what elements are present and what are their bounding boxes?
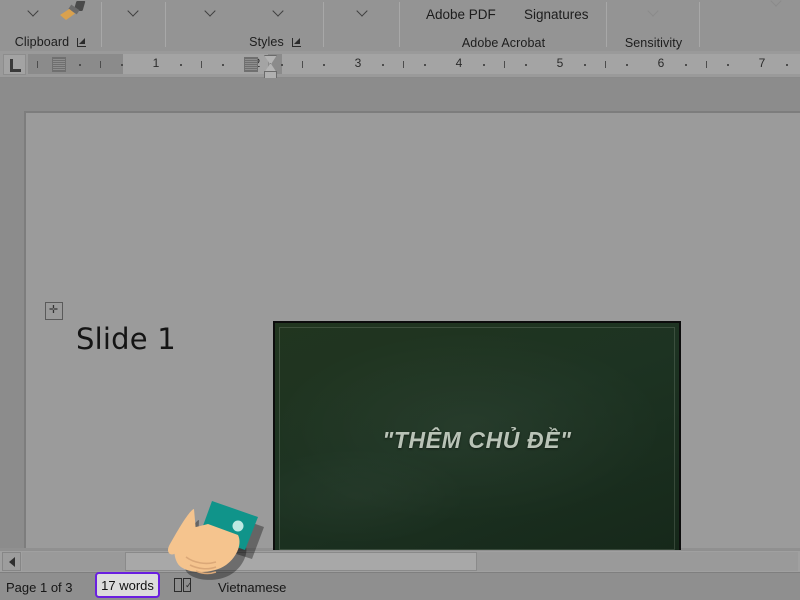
language-indicator[interactable]: Vietnamese [218,573,286,600]
chevron-down-icon[interactable] [27,6,40,15]
signatures-button[interactable]: Signatures [524,7,589,22]
slide-label[interactable]: Slide 1 [76,322,176,356]
ribbon-group-clipboard: Clipboard [0,0,102,51]
chalkboard-caption: "THÊM CHỦ ĐỀ" [382,427,572,453]
ruler-number: 5 [556,56,564,70]
ribbon-group-label: Clipboard [14,35,70,49]
word-count-button[interactable]: 17 words [95,572,160,598]
chevron-down-icon[interactable] [127,6,140,15]
ribbon-group-editing [324,0,400,51]
move-handle-icon[interactable]: ✛ [45,302,63,320]
format-painter-icon[interactable] [60,0,86,24]
chevron-down-icon[interactable] [356,6,369,15]
scroll-left-arrow-icon[interactable] [2,552,21,571]
chalkboard-image[interactable]: "THÊM CHỦ ĐỀ" [273,321,681,556]
page-indicator[interactable]: Page 1 of 3 [6,573,73,600]
ruler-left-margin [28,54,123,74]
dialog-box-launcher-icon[interactable] [76,37,87,48]
ruler-track[interactable]: 1 2 3 4 5 6 7 [28,54,800,80]
chevron-down-icon[interactable] [647,6,660,15]
tab-stop-marker[interactable] [52,57,66,72]
ribbon-group-styles: Styles [227,0,324,51]
ribbon-group-paragraph [166,0,227,51]
ribbon-group-label: Adobe Acrobat [461,36,546,50]
horizontal-ruler[interactable]: 1 2 3 4 5 6 7 [0,51,800,80]
left-tab-icon [10,59,21,72]
ribbon-group-label: Styles [249,35,284,49]
proofing-errors-icon[interactable]: ✓ [174,578,193,594]
ribbon-group-sensitivity: Sensitivity [607,0,700,51]
chevron-down-icon[interactable] [770,0,783,5]
chevron-down-icon[interactable] [272,6,285,15]
ribbon-group-overflow [700,0,800,51]
ruler-number: 6 [657,56,665,70]
ruler-number: 3 [354,56,362,70]
tab-stop-marker[interactable] [244,57,258,72]
ruler-number: 7 [758,56,766,70]
scrollbar-thumb[interactable] [125,552,477,571]
ribbon-group-label: Sensitivity [624,36,683,50]
chevron-down-icon[interactable] [204,6,217,15]
ribbon-group-adobe-acrobat: Adobe PDF Signatures Adobe Acrobat [400,0,607,51]
ruler-number: 1 [152,56,160,70]
scrollbar-track[interactable] [22,552,798,571]
ribbon-group-font [102,0,166,51]
word-window: Clipboard Styles Adobe PDF Signatures Ad… [0,0,800,600]
horizontal-scrollbar[interactable] [0,550,800,573]
dialog-box-launcher-icon[interactable] [291,37,302,48]
tab-selector-button[interactable] [3,54,26,75]
ribbon: Clipboard Styles Adobe PDF Signatures Ad… [0,0,800,51]
adobe-pdf-button[interactable]: Adobe PDF [426,7,496,22]
ruler-number: 4 [455,56,463,70]
